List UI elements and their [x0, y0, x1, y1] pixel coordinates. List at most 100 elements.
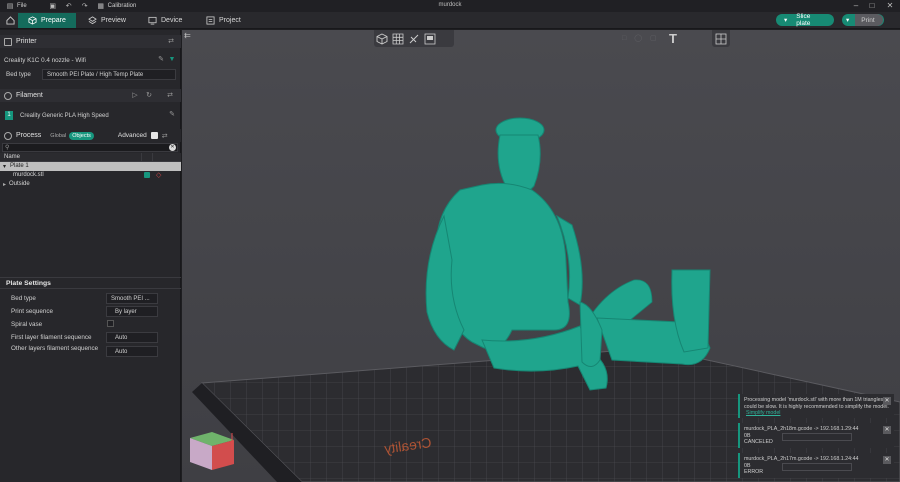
close-icon[interactable]: ✕: [882, 0, 898, 12]
3d-viewport[interactable]: Creality ⇇ □ ◯ ▢ T Processing model 'mur…: [182, 30, 900, 482]
text-tool[interactable]: T: [666, 30, 684, 47]
close-notification-icon[interactable]: ✕: [883, 426, 891, 434]
notification-error: murdock_PLA_2h17m.gcode -> 192.168.1.24:…: [738, 453, 894, 478]
save-icon[interactable]: ▣: [49, 2, 57, 10]
first-layer-seq-select[interactable]: Auto: [106, 332, 158, 343]
orient-icon[interactable]: [407, 32, 421, 46]
print-dropdown-icon: ▾: [846, 17, 850, 24]
rotate-icon[interactable]: ◯: [634, 35, 642, 42]
bed-type-label: Bed type: [6, 71, 31, 78]
tab-project[interactable]: Project: [196, 13, 251, 28]
home-icon: [6, 16, 15, 25]
edit-printer-icon[interactable]: ✎: [157, 56, 165, 64]
filament-slot-badge[interactable]: 1: [5, 111, 13, 120]
process-section-header: Process Global Objects Advanced ⇄: [0, 129, 181, 142]
print-sequence-select[interactable]: By layer: [106, 306, 158, 317]
monitor-icon: [148, 16, 157, 25]
printer-header: Printer: [16, 38, 37, 45]
toggle-objects[interactable]: Objects: [69, 131, 94, 140]
filament-settings-icon[interactable]: ⇄: [166, 92, 174, 100]
filament-sync-icon[interactable]: ↻: [145, 92, 153, 100]
calibration-menu[interactable]: ▦ Calibration: [97, 2, 137, 10]
calibration-menu-label: Calibration: [107, 3, 137, 9]
collapse-sidebar-icon[interactable]: ⇇: [184, 31, 191, 40]
notification-canceled: murdock_PLA_2h18m.gcode -> 192.168.1.29:…: [738, 423, 894, 448]
edit-filament-icon[interactable]: ✎: [168, 111, 176, 119]
file-icon: ▤: [6, 3, 14, 10]
redo-icon[interactable]: ↷: [81, 2, 89, 10]
divider: [0, 288, 181, 289]
first-layer-seq-label: First layer filament sequence: [11, 334, 92, 341]
file-menu-label: File: [17, 3, 27, 9]
tab-prepare-label: Prepare: [41, 17, 66, 24]
navigation-cube[interactable]: [190, 432, 234, 470]
plate-settings-header: Plate Settings: [6, 280, 51, 287]
process-icon: [4, 131, 12, 140]
minimize-icon[interactable]: –: [848, 0, 864, 12]
assembly-tool[interactable]: [712, 30, 730, 47]
view-toolbar-left: [374, 30, 454, 47]
filament-select[interactable]: Creality Generic PLA High Speed: [16, 110, 166, 121]
toggle-global[interactable]: Global: [47, 132, 69, 140]
process-header: Process: [16, 132, 42, 139]
printer-name[interactable]: Creality K1C 0.4 nozzle - Wifi: [4, 57, 154, 64]
other-layers-seq-select[interactable]: Auto: [106, 346, 158, 357]
list-item-object[interactable]: murdock.stl ◇: [0, 171, 181, 180]
close-notification-icon[interactable]: ✕: [883, 397, 891, 405]
simplify-model-link[interactable]: Simplify model: [746, 410, 780, 416]
file-menu[interactable]: ▤ File: [6, 2, 27, 10]
close-notification-icon[interactable]: ✕: [883, 456, 891, 464]
tab-preview[interactable]: Preview: [78, 13, 136, 28]
tab-bar: Prepare Preview Device Project ▾ Slice p…: [0, 12, 900, 29]
object-checkbox[interactable]: [144, 172, 150, 178]
expand-icon[interactable]: ▸: [3, 181, 6, 188]
tab-prepare[interactable]: Prepare: [18, 13, 76, 28]
filament-section-header: Filament: [0, 89, 181, 102]
notification-simplify: Processing model 'murdock.stl' with more…: [738, 394, 894, 418]
column-name: Name: [4, 154, 21, 160]
divider: [0, 277, 181, 278]
printer-settings-icon[interactable]: ⇄: [167, 38, 175, 46]
list-item-plate[interactable]: ▾ Plate 1: [0, 162, 181, 171]
cube-icon: [28, 16, 37, 25]
maximize-icon[interactable]: □: [864, 0, 880, 12]
filament-add-icon[interactable]: ▷: [131, 92, 139, 100]
object-label: murdock.stl: [13, 172, 44, 178]
progress-bar: [782, 463, 852, 471]
print-sequence-label: Print sequence: [11, 308, 54, 315]
list-item-outside[interactable]: ▸ Outside: [0, 180, 181, 189]
slice-plate-label: Slice plate: [796, 13, 811, 27]
plate-bed-type-label: Bed type: [11, 295, 36, 302]
clear-search-icon[interactable]: ✕: [169, 144, 176, 151]
object-search-input[interactable]: ⚲ ✕: [2, 143, 178, 152]
text-tool-icon: T: [669, 31, 677, 46]
wifi-icon[interactable]: ▼: [168, 56, 176, 64]
advanced-toggle[interactable]: [150, 132, 158, 139]
other-layers-seq-label: Other layers filament sequence: [11, 345, 99, 352]
tab-device[interactable]: Device: [138, 13, 192, 28]
layout-icon[interactable]: [423, 32, 437, 46]
plate-bed-type-select[interactable]: Smooth PEI ...: [106, 293, 158, 304]
add-cube-icon[interactable]: [375, 32, 389, 46]
spiral-vase-checkbox[interactable]: [107, 320, 114, 327]
slice-plate-button[interactable]: ▾ Slice plate: [776, 13, 834, 27]
undo-icon[interactable]: ↶: [65, 2, 73, 10]
outside-label: Outside: [9, 181, 30, 187]
bed-type-select[interactable]: Smooth PEI Plate / High Temp Plate: [42, 69, 176, 80]
assembly-icon: [715, 33, 727, 44]
process-settings-icon[interactable]: ⇄: [162, 132, 168, 140]
title-bar: ▤ File ▣ ↶ ↷ ▦ Calibration murdock – □ ✕: [0, 0, 900, 12]
tab-preview-label: Preview: [101, 17, 126, 24]
collapse-icon[interactable]: ▾: [3, 163, 6, 170]
notification-simplify-text: Processing model 'murdock.stl' with more…: [744, 397, 889, 410]
tab-project-label: Project: [219, 17, 241, 24]
object-list-header: Name: [0, 153, 181, 162]
print-button[interactable]: ▾ Print: [842, 14, 884, 26]
slice-dropdown-icon: ▾: [784, 17, 788, 24]
home-button[interactable]: [2, 13, 19, 28]
warning-icon[interactable]: ◇: [156, 171, 161, 179]
scale-icon[interactable]: ▢: [650, 35, 657, 42]
project-icon: [206, 16, 215, 25]
grid-arrange-icon[interactable]: [391, 32, 405, 46]
move-icon[interactable]: □: [622, 35, 626, 42]
